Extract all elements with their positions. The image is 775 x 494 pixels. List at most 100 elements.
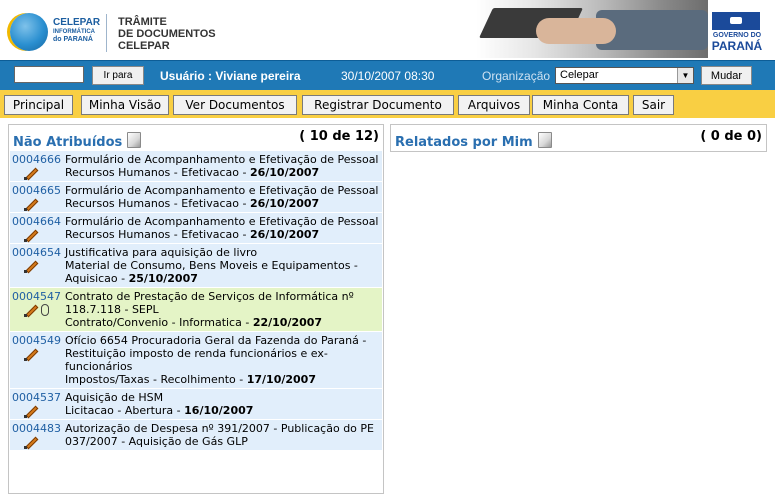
item-date: 26/10/2007 <box>249 166 320 179</box>
item-icons <box>24 435 38 449</box>
main-nav: Principal Minha Visão Ver Documentos Reg… <box>0 90 775 118</box>
item-category: Material de Consumo, Bens Moveis e Equip… <box>65 259 358 285</box>
logo-line-3: do PARANÁ <box>53 36 93 43</box>
item-id-link[interactable]: 0004665 <box>12 184 61 197</box>
list-item[interactable]: 0004654 Justificativa para aquisição de l… <box>10 244 382 288</box>
banner-photo <box>476 0 708 58</box>
pencil-icon[interactable] <box>24 347 38 361</box>
datetime: 30/10/2007 08:30 <box>341 69 435 83</box>
item-category: Recursos Humanos - Efetivacao - <box>65 166 250 179</box>
pencil-icon[interactable] <box>24 228 38 242</box>
goto-button[interactable]: Ir para <box>92 66 144 85</box>
item-date: 26/10/2007 <box>249 228 320 241</box>
nav-arquivos[interactable]: Arquivos <box>458 95 530 115</box>
unassigned-count: ( 10 de 12) <box>299 129 379 144</box>
list-item[interactable]: 0004549 Ofício 6654 Procuradoria Geral da… <box>10 332 382 389</box>
item-text: Autorização de Despesa nº 391/2007 - Pub… <box>65 421 382 448</box>
logo-divider <box>106 14 107 52</box>
item-id-link[interactable]: 0004654 <box>12 246 61 259</box>
document-icon <box>537 132 552 148</box>
item-date: 25/10/2007 <box>128 272 198 285</box>
pencil-icon[interactable] <box>24 303 38 317</box>
toolbar: Ir para Usuário : Viviane pereira 30/10/… <box>0 60 775 90</box>
item-text: Aquisição de HSM Licitacao - Abertura - 1… <box>65 390 382 417</box>
pencil-icon[interactable] <box>24 404 38 418</box>
item-category: Licitacao - Abertura - <box>65 404 185 417</box>
nav-registrar-documento[interactable]: Registrar Documento <box>302 95 454 115</box>
unassigned-title[interactable]: Não Atribuídos <box>13 132 142 150</box>
item-icons <box>24 166 38 180</box>
item-icons <box>24 404 38 418</box>
pencil-icon[interactable] <box>24 197 38 211</box>
item-title[interactable]: Formulário de Acompanhamento e Efetivaçã… <box>65 153 379 166</box>
unassigned-title-label[interactable]: Não Atribuídos <box>13 135 122 150</box>
nav-sair[interactable]: Sair <box>633 95 674 115</box>
goto-input[interactable] <box>14 66 84 83</box>
item-id-link[interactable]: 0004547 <box>12 290 61 303</box>
nav-minha-visao[interactable]: Minha Visão <box>81 95 169 115</box>
government-flag-icon <box>712 12 760 30</box>
item-id-link[interactable]: 0004537 <box>12 391 61 404</box>
app-title-line-2: DE DOCUMENTOS <box>118 28 216 40</box>
item-title[interactable]: Autorização de Despesa nº 391/2007 - Pub… <box>65 422 374 448</box>
app-title-line-1: TRÂMITE <box>118 16 167 28</box>
item-title[interactable]: Contrato de Prestação de Serviços de Inf… <box>65 290 354 316</box>
list-item[interactable]: 0004664 Formulário de Acompanhamento e Ef… <box>10 213 382 244</box>
item-title[interactable]: Formulário de Acompanhamento e Efetivaçã… <box>65 215 379 228</box>
chevron-down-icon[interactable]: ▼ <box>677 68 693 83</box>
item-date: 26/10/2007 <box>249 197 320 210</box>
item-text: Formulário de Acompanhamento e Efetivaçã… <box>65 214 382 241</box>
item-text: Formulário de Acompanhamento e Efetivaçã… <box>65 183 382 210</box>
list-item[interactable]: 0004666 Formulário de Acompanhamento e Ef… <box>10 151 382 182</box>
nav-ver-documentos[interactable]: Ver Documentos <box>173 95 297 115</box>
reported-title[interactable]: Relatados por Mim <box>395 132 552 150</box>
pencil-icon[interactable] <box>24 435 38 449</box>
document-icon <box>127 132 142 148</box>
item-date: 17/10/2007 <box>246 373 316 386</box>
organization-select[interactable]: Celepar ▼ <box>555 67 694 84</box>
item-icons <box>24 197 38 211</box>
organization-select-value: Celepar <box>560 69 599 81</box>
pencil-icon[interactable] <box>24 259 38 273</box>
logo-line-2: INFORMÁTICA <box>53 29 95 35</box>
reported-count: ( 0 de 0) <box>700 129 762 144</box>
list-item[interactable]: 0004665 Formulário de Acompanhamento e Ef… <box>10 182 382 213</box>
item-text: Ofício 6654 Procuradoria Geral da Fazend… <box>65 333 382 386</box>
item-id-link[interactable]: 0004483 <box>12 422 61 435</box>
item-icons <box>24 228 38 242</box>
list-item[interactable]: 0004483 Autorização de Despesa nº 391/200… <box>10 420 382 451</box>
item-title[interactable]: Aquisição de HSM <box>65 391 163 404</box>
item-id-link[interactable]: 0004666 <box>12 153 61 166</box>
pencil-icon[interactable] <box>24 166 38 180</box>
item-text: Contrato de Prestação de Serviços de Inf… <box>65 289 382 329</box>
list-item[interactable]: 0004547 Contrato de Prestação de Serviços… <box>10 288 382 332</box>
item-title[interactable]: Ofício 6654 Procuradoria Geral da Fazend… <box>65 334 366 373</box>
item-date: 22/10/2007 <box>252 316 323 329</box>
item-category: Recursos Humanos - Efetivacao - <box>65 228 250 241</box>
item-icons <box>24 347 38 361</box>
nav-principal[interactable]: Principal <box>4 95 73 115</box>
item-title[interactable]: Justificativa para aquisição de livro <box>65 246 257 259</box>
government-logo: GOVERNO DO PARANÁ <box>708 10 766 54</box>
reported-panel: Relatados por Mim ( 0 de 0) <box>390 124 767 152</box>
list-item[interactable]: 0004537 Aquisição de HSM Licitacao - Abert… <box>10 389 382 420</box>
app-title: TRÂMITE DE DOCUMENTOS CELEPAR <box>118 16 216 52</box>
reported-title-label[interactable]: Relatados por Mim <box>395 135 533 150</box>
item-id-link[interactable]: 0004549 <box>12 334 61 347</box>
paperclip-icon[interactable] <box>41 304 49 316</box>
item-id-link[interactable]: 0004664 <box>12 215 61 228</box>
gov-logo-line-2: PARANÁ <box>711 39 763 53</box>
item-text: Justificativa para aquisição de livro Mat… <box>65 245 382 285</box>
item-title[interactable]: Formulário de Acompanhamento e Efetivaçã… <box>65 184 379 197</box>
change-organization-button[interactable]: Mudar <box>701 66 752 85</box>
organization-label: Organização <box>482 69 551 83</box>
celepar-logo-emblem <box>10 13 48 51</box>
item-category: Contrato/Convenio - Informatica - <box>65 316 253 329</box>
app-title-line-3: CELEPAR <box>118 40 170 52</box>
celepar-logo: CELEPAR INFORMÁTICA do PARANÁ <box>10 10 105 54</box>
item-icons <box>24 259 38 273</box>
item-category: Recursos Humanos - Efetivacao - <box>65 197 250 210</box>
nav-minha-conta[interactable]: Minha Conta <box>532 95 629 115</box>
logo-line-1: CELEPAR <box>53 17 101 28</box>
item-date: 16/10/2007 <box>184 404 254 417</box>
